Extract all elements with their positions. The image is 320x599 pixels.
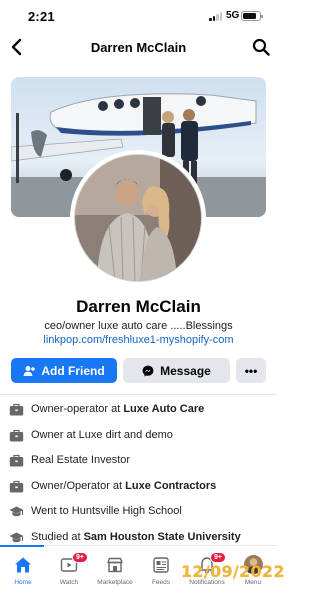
tab-label: Feeds [151, 579, 171, 586]
detail-row: Owner at Luxe dirt and demo [0, 423, 277, 449]
profile-link[interactable]: linkpop.com/freshluxe1-myshopify-com [0, 334, 277, 346]
status-time: 2:21 [28, 9, 55, 24]
page-title: Darren McClain [90, 40, 187, 55]
tab-watch[interactable]: 9+ Watch [46, 552, 92, 596]
add-friend-button[interactable]: Add Friend [11, 358, 117, 383]
message-button[interactable]: Message [123, 358, 230, 383]
feeds-icon [153, 557, 169, 573]
tab-home[interactable]: Home [0, 552, 46, 596]
back-button[interactable] [6, 36, 28, 58]
divider [0, 394, 277, 395]
avatar [74, 154, 202, 282]
status-bar: 2:21 5G [0, 0, 277, 32]
tab-marketplace[interactable]: Marketplace [92, 552, 138, 596]
search-icon [252, 38, 270, 56]
add-friend-label: Add Friend [41, 363, 105, 378]
graduation-cap-icon [9, 505, 24, 519]
signal-icon [209, 12, 223, 21]
tab-label: Home [14, 579, 32, 586]
detail-row: Owner-operator at Luxe Auto Care [0, 397, 277, 423]
profile-header: Darren McClain [0, 32, 277, 62]
briefcase-icon [9, 403, 24, 417]
profile-bio: ceo/owner luxe auto care .....Blessings [44, 320, 233, 332]
home-icon [15, 557, 31, 573]
more-options-button[interactable]: ••• [236, 358, 266, 383]
message-label: Message [160, 363, 211, 378]
workplace-link[interactable]: Luxe Contractors [125, 480, 216, 492]
date-stamp: 12/09/2022 [181, 562, 285, 581]
notification-badge: 9+ [72, 552, 88, 563]
add-person-icon [23, 365, 36, 376]
tab-feeds[interactable]: Feeds [138, 552, 184, 596]
detail-row: Went to Huntsville High School [0, 499, 277, 525]
profile-picture[interactable] [70, 150, 206, 286]
more-dots-icon: ••• [244, 363, 258, 378]
chevron-left-icon [11, 38, 22, 56]
profile-details: Owner-operator at Luxe Auto Care Owner a… [0, 397, 277, 550]
tab-label: Marketplace [97, 579, 133, 586]
briefcase-icon [9, 454, 24, 468]
graduation-cap-icon [9, 531, 24, 545]
store-icon [107, 557, 123, 573]
profile-image [75, 155, 201, 281]
active-tab-indicator [0, 545, 44, 547]
messenger-icon [142, 365, 154, 376]
battery-icon [241, 11, 263, 21]
detail-row: Owner/Operator at Luxe Contractors [0, 474, 277, 500]
briefcase-icon [9, 429, 24, 443]
detail-row: Real Estate Investor [0, 448, 277, 474]
workplace-link[interactable]: Luxe Auto Care [123, 403, 204, 415]
network-label: 5G [226, 10, 240, 21]
briefcase-icon [9, 480, 24, 494]
tab-label: Watch [59, 579, 79, 586]
profile-name: Darren McClain [76, 297, 201, 316]
search-button[interactable] [250, 36, 272, 58]
school-link[interactable]: Sam Houston State University [84, 531, 241, 543]
